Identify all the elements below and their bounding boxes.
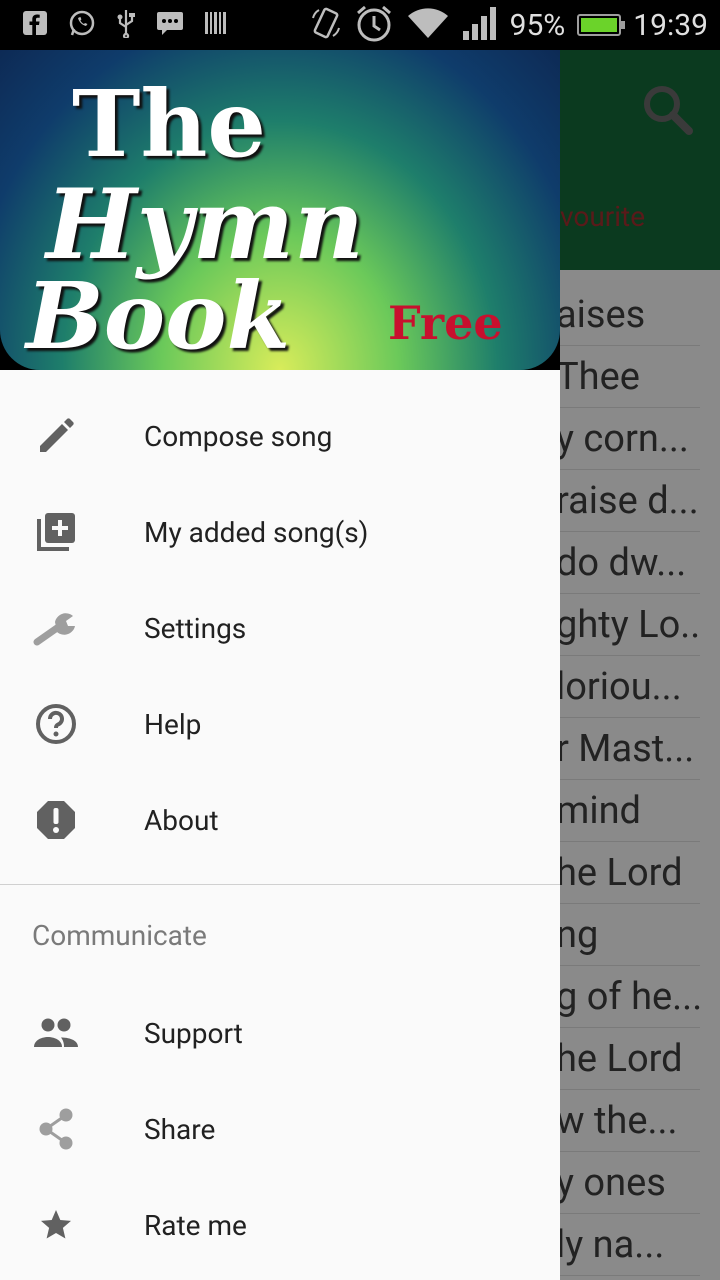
status-bar: 95% 19:39 [0,0,720,50]
signal-icon [462,5,498,46]
menu-item-compose-song[interactable]: Compose song [0,388,560,484]
share-icon [32,1105,80,1153]
search-icon[interactable] [640,82,696,138]
menu-item-support[interactable]: Support [0,985,560,1081]
section-header-communicate: Communicate [32,918,207,952]
navigation-drawer: The Hymn Book Free Compose song My added… [0,50,560,1280]
usb-icon [116,8,136,43]
logo-badge-free: Free [388,296,503,350]
menu-item-label: Share [144,1112,216,1146]
menu-item-about[interactable]: About [0,772,560,868]
drawer-header: The Hymn Book Free [0,50,560,370]
rotate-icon [310,6,342,45]
facebook-icon [22,10,48,41]
menu-item-my-added-songs[interactable]: My added song(s) [0,484,560,580]
menu-item-rate-me[interactable]: Rate me [0,1177,560,1273]
menu-item-label: Compose song [144,419,333,453]
menu-item-settings[interactable]: Settings [0,580,560,676]
people-icon [32,1009,80,1057]
alert-octagon-icon [32,796,80,844]
battery-icon [577,14,626,36]
menu-item-share[interactable]: Share [0,1081,560,1177]
drawer-menu: Compose song My added song(s) Settings H… [0,370,560,1273]
menu-item-label: About [144,803,219,837]
pencil-icon [32,412,80,460]
clock: 19:39 [633,7,708,43]
message-icon [156,10,184,41]
tab-favourite[interactable]: vourite [560,200,645,233]
menu-item-label: Support [144,1016,243,1050]
battery-percent: 95% [509,7,566,43]
barcode-icon [204,10,228,41]
menu-item-label: Rate me [144,1208,247,1242]
menu-item-label: Help [144,707,202,741]
menu-item-label: My added song(s) [144,515,369,549]
star-icon [32,1201,80,1249]
wifi-icon [406,6,450,45]
logo-text-book: Book [26,262,291,370]
wrench-icon [32,604,80,652]
menu-item-help[interactable]: Help [0,676,560,772]
help-circle-icon [32,700,80,748]
alarm-icon [354,3,394,48]
library-add-icon [32,508,80,556]
whatsapp-icon [68,9,96,42]
app-logo: The Hymn Book Free [0,50,560,370]
menu-item-label: Settings [144,611,247,645]
logo-text-the: The [72,70,266,178]
